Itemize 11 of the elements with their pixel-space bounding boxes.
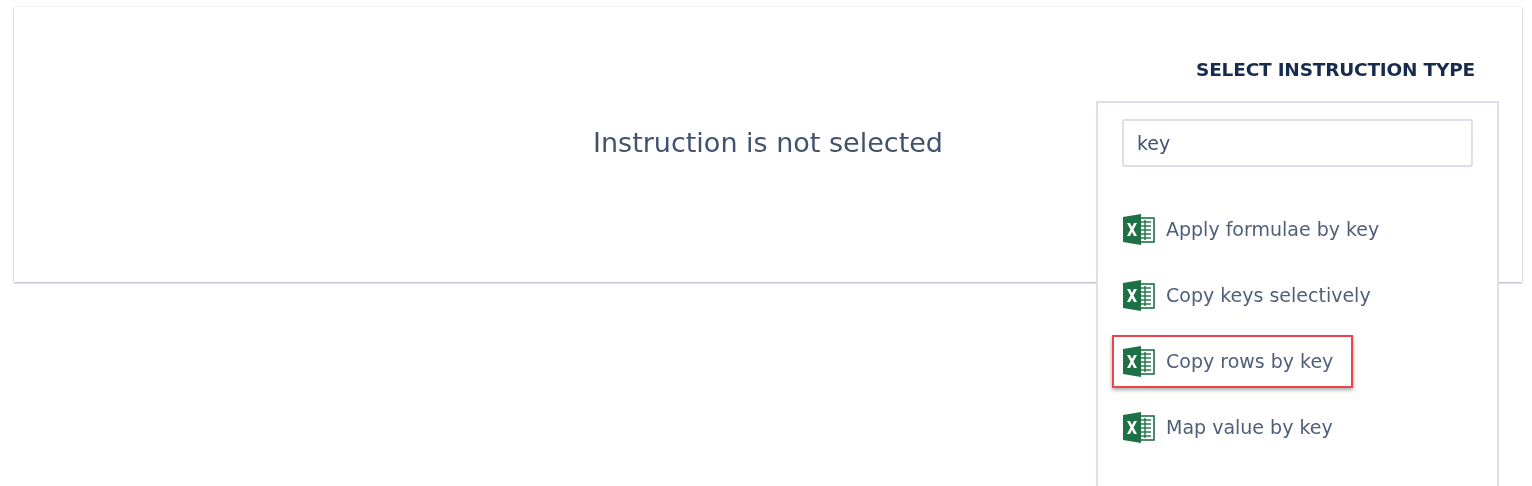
menu-option[interactable]: Copy keys selectively xyxy=(1112,268,1381,322)
spreadsheet-icon xyxy=(1122,344,1155,378)
menu-option[interactable]: Map value by key xyxy=(1112,400,1343,454)
empty-state-message: Instruction is not selected xyxy=(593,127,943,160)
search-field[interactable]: key xyxy=(1122,118,1473,167)
menu-option[interactable]: Apply formulae by key xyxy=(1112,202,1390,256)
section-heading: SELECT INSTRUCTION TYPE xyxy=(1195,58,1476,82)
spreadsheet-icon xyxy=(1122,212,1155,246)
spreadsheet-icon xyxy=(1122,278,1155,312)
spreadsheet-icon xyxy=(1122,410,1155,444)
menu-option[interactable]: Copy rows by key xyxy=(1112,334,1354,388)
